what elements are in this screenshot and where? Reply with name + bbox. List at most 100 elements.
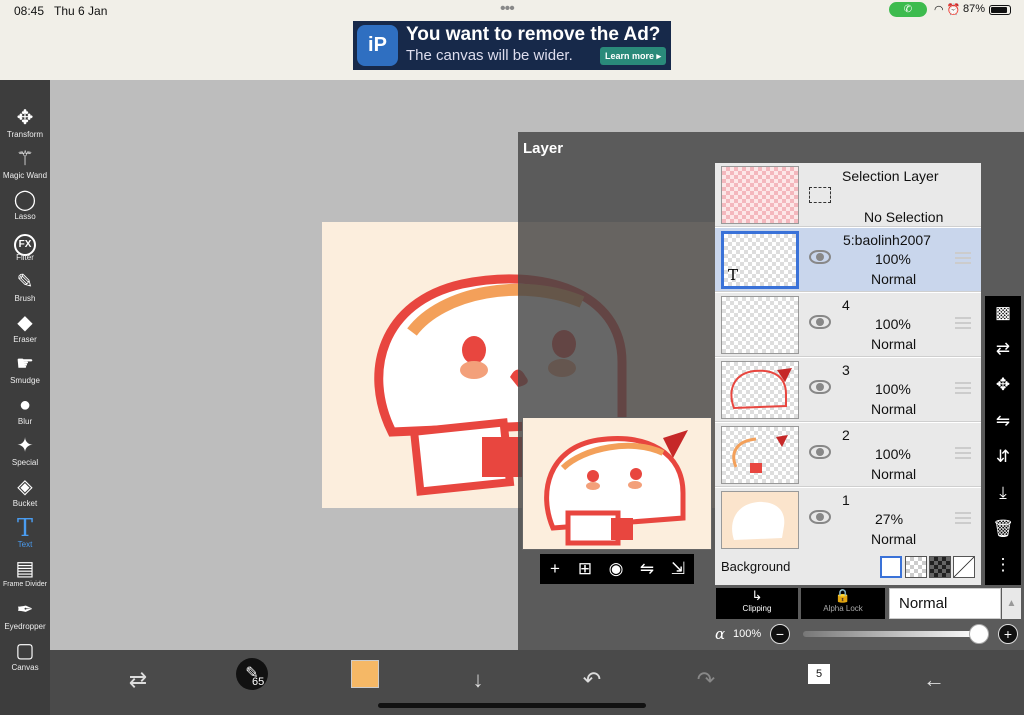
blur-icon: ●	[18, 394, 32, 416]
tool-blur[interactable]: ● Blur	[0, 391, 50, 431]
alpha-increase-button[interactable]: +	[998, 624, 1018, 644]
tool-label: Magic Wand	[2, 171, 48, 180]
layer-actions-bar: ▩ ⇄ ✥ ⇋ ⇵ ⤓ 🗑 ⋮	[985, 296, 1021, 585]
tool-magic-wand[interactable]: ⚚ Magic Wand	[0, 145, 50, 185]
add-layer-copy-button[interactable]: ⊞	[574, 558, 596, 580]
layer-1-art	[732, 501, 785, 540]
ad-title: You want to remove the Ad?	[406, 24, 661, 45]
tool-eraser[interactable]: ◆ Eraser	[0, 309, 50, 349]
background-row: Background	[715, 550, 981, 585]
layer-opacity: 27%	[875, 511, 904, 527]
alpha-decrease-button[interactable]: −	[770, 624, 790, 644]
transform-icon: ✥	[16, 107, 34, 129]
layer-blend-mode: Normal	[871, 466, 917, 482]
tool-label: Text	[17, 540, 33, 549]
chevron-up-icon[interactable]: ▲	[1002, 588, 1021, 619]
background-white-swatch[interactable]	[880, 556, 902, 578]
tool-filter[interactable]: FX Filter	[0, 227, 50, 267]
home-indicator[interactable]	[378, 703, 646, 708]
ad-subtitle: The canvas will be wider.	[406, 47, 573, 64]
status-time: 08:45	[14, 4, 45, 18]
layer-row[interactable]: 3 100% Normal	[715, 358, 981, 422]
color-swatch[interactable]	[351, 660, 379, 688]
layer-row[interactable]: T 5:baolinh2007 100% Normal	[715, 228, 981, 292]
tool-canvas[interactable]: ▢ Canvas	[0, 637, 50, 677]
tool-bucket[interactable]: ◈ Bucket	[0, 473, 50, 513]
layers-count-button[interactable]: 5	[808, 664, 830, 684]
multitask-dots[interactable]: •••	[500, 0, 515, 18]
layer-thumbnail	[721, 426, 799, 484]
flip-preview-button[interactable]: ⇋	[636, 558, 658, 580]
layer-thumbnail	[721, 361, 799, 419]
lock-icon: 🔒	[834, 588, 852, 603]
eye-icon[interactable]	[809, 445, 831, 459]
clipping-label: Clipping	[742, 604, 772, 613]
drag-handle-icon[interactable]	[955, 382, 971, 394]
drag-handle-icon[interactable]	[955, 447, 971, 459]
ad-logo: iP	[357, 25, 398, 66]
transform-layer-icon[interactable]: ⇄	[985, 334, 1021, 364]
layer-opacity: 100%	[875, 381, 911, 397]
background-dark-swatch[interactable]	[929, 556, 951, 578]
layer-preview[interactable]	[522, 417, 712, 550]
tool-brush[interactable]: ✎ Brush	[0, 268, 50, 308]
move-icon[interactable]: ✥	[985, 370, 1021, 400]
drag-handle-icon[interactable]	[955, 512, 971, 524]
phone-icon[interactable]: ✆	[889, 2, 927, 17]
layer-name: 5:baolinh2007	[843, 232, 931, 248]
tool-special[interactable]: ✦ Special	[0, 432, 50, 472]
camera-icon[interactable]: ◉	[605, 558, 627, 580]
merge-down-icon[interactable]: ⤓	[985, 478, 1021, 508]
undo-icon[interactable]: ↶	[574, 662, 610, 698]
app-root: 08:45 Thu 6 Jan ••• ✆ ◠ ⏰ 87% iP You wan…	[0, 0, 1024, 715]
tool-eyedropper[interactable]: ✒ Eyedropper	[0, 596, 50, 636]
flip-icon[interactable]: ⇋	[985, 406, 1021, 436]
drag-handle-icon[interactable]	[955, 317, 971, 329]
tool-switch-icon[interactable]: ⇄	[120, 662, 156, 698]
text-icon: T	[16, 514, 33, 542]
ad-learn-more-button[interactable]: Learn more ▸	[600, 47, 666, 65]
tool-label: Eraser	[13, 335, 37, 344]
more-icon[interactable]: ⋮	[985, 550, 1021, 580]
import-button[interactable]: ⇲	[667, 558, 689, 580]
back-arrow-icon[interactable]: ←	[916, 662, 952, 698]
tool-smudge[interactable]: ☛ Smudge	[0, 350, 50, 390]
tool-lasso[interactable]: ◯ Lasso	[0, 186, 50, 226]
alpha-lock-button[interactable]: 🔒 Alpha Lock	[801, 588, 885, 619]
add-layer-button[interactable]: +	[544, 558, 566, 580]
alpha-slider[interactable]	[803, 631, 979, 637]
drag-handle-icon[interactable]	[955, 252, 971, 264]
layer-name: 4	[842, 297, 850, 313]
brush-size-value: 65	[252, 676, 265, 688]
layer-row[interactable]: 2 100% Normal	[715, 423, 981, 487]
trash-icon[interactable]: 🗑	[985, 514, 1021, 544]
ad-banner[interactable]: iP You want to remove the Ad? The canvas…	[353, 21, 671, 70]
eye-icon[interactable]	[809, 510, 831, 524]
clipping-icon: ↳	[751, 588, 763, 603]
eye-icon[interactable]	[809, 380, 831, 394]
layer-blend-mode: Normal	[871, 401, 917, 417]
background-none-swatch[interactable]	[953, 556, 975, 578]
smudge-icon: ☛	[16, 353, 34, 375]
down-arrow-icon[interactable]: ↓	[460, 662, 496, 698]
background-transparent-swatch[interactable]	[905, 556, 927, 578]
alpha-symbol: α	[715, 625, 726, 643]
eye-icon[interactable]	[809, 315, 831, 329]
tool-transform[interactable]: ✥ Transform	[0, 104, 50, 144]
selection-layer-row[interactable]: Selection Layer No Selection	[715, 163, 981, 227]
clipping-button[interactable]: ↳ Clipping	[716, 588, 798, 619]
layer-row[interactable]: 1 27% Normal	[715, 488, 981, 552]
alpha-slider-knob[interactable]	[969, 624, 989, 644]
redo-icon[interactable]: ↷	[688, 662, 724, 698]
frame-divider-icon: ▤	[15, 558, 35, 580]
tool-text[interactable]: T Text	[0, 514, 50, 554]
merge-icon[interactable]: ⇵	[985, 442, 1021, 472]
tool-frame-divider[interactable]: ▤ Frame Divider	[0, 555, 50, 595]
eye-icon[interactable]	[809, 250, 831, 264]
selection-status: No Selection	[864, 209, 944, 225]
canvas-icon: ▢	[15, 640, 35, 662]
checker-icon[interactable]: ▩	[985, 298, 1021, 328]
blend-mode-select[interactable]: Normal	[889, 588, 1001, 619]
layer-row[interactable]: 4 100% Normal	[715, 293, 981, 357]
selection-marquee-icon	[809, 187, 831, 203]
